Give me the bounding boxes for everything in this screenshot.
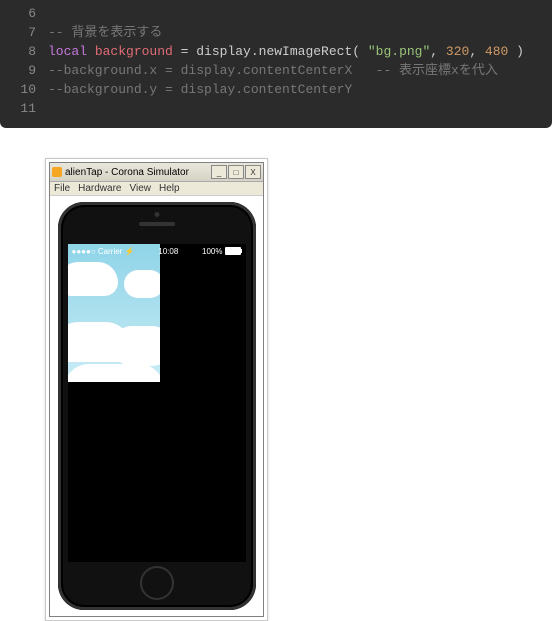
close-button[interactable]: X <box>245 165 261 179</box>
simulator-window: alienTap - Corona Simulator _ □ X File H… <box>49 162 264 617</box>
phone-frame: ●●●●○ Carrier ⚡ 10:08 100% <box>58 202 256 610</box>
menu-help[interactable]: Help <box>159 183 180 194</box>
battery-label: 100% <box>202 247 222 256</box>
code-line[interactable]: 7-- 背景を表示する <box>0 23 552 42</box>
code-line[interactable]: 11 <box>0 99 552 118</box>
code-content: --background.y = display.contentCenterY <box>48 80 352 100</box>
code-content: local background = display.newImageRect(… <box>48 42 524 62</box>
line-number: 8 <box>0 42 48 62</box>
line-number: 7 <box>0 23 48 43</box>
menubar: File Hardware View Help <box>50 182 263 196</box>
code-content: --background.x = display.contentCenterX … <box>48 61 498 81</box>
simulator-container: alienTap - Corona Simulator _ □ X File H… <box>45 158 268 621</box>
maximize-button[interactable]: □ <box>228 165 244 179</box>
code-line[interactable]: 8local background = display.newImageRect… <box>0 42 552 61</box>
titlebar[interactable]: alienTap - Corona Simulator _ □ X <box>50 163 263 182</box>
code-editor: 67-- 背景を表示する8local background = display.… <box>0 0 552 128</box>
menu-file[interactable]: File <box>54 183 70 194</box>
code-line[interactable]: 10--background.y = display.contentCenter… <box>0 80 552 99</box>
cloud-shape <box>68 262 118 296</box>
code-line[interactable]: 9--background.x = display.contentCenterX… <box>0 61 552 80</box>
menu-view[interactable]: View <box>129 183 151 194</box>
simulator-body: ●●●●○ Carrier ⚡ 10:08 100% <box>50 196 263 616</box>
background-image <box>68 244 160 382</box>
cloud-shape <box>124 270 160 298</box>
cloud-shape <box>68 364 160 382</box>
carrier-label: ●●●●○ Carrier ⚡ <box>72 247 135 256</box>
code-line[interactable]: 6 <box>0 4 552 23</box>
phone-screen: ●●●●○ Carrier ⚡ 10:08 100% <box>68 244 246 562</box>
time-label: 10:08 <box>158 247 178 256</box>
line-number: 9 <box>0 61 48 81</box>
line-number: 11 <box>0 99 48 119</box>
battery-icon <box>225 247 241 255</box>
minimize-button[interactable]: _ <box>211 165 227 179</box>
phone-camera <box>154 212 159 217</box>
cloud-shape <box>112 326 160 366</box>
status-bar: ●●●●○ Carrier ⚡ 10:08 100% <box>68 244 246 258</box>
window-title: alienTap - Corona Simulator <box>65 167 189 178</box>
app-icon <box>52 167 62 177</box>
home-button[interactable] <box>140 566 174 600</box>
menu-hardware[interactable]: Hardware <box>78 183 121 194</box>
line-number: 6 <box>0 4 48 24</box>
line-number: 10 <box>0 80 48 100</box>
phone-speaker <box>139 222 175 226</box>
code-content: -- 背景を表示する <box>48 23 162 43</box>
